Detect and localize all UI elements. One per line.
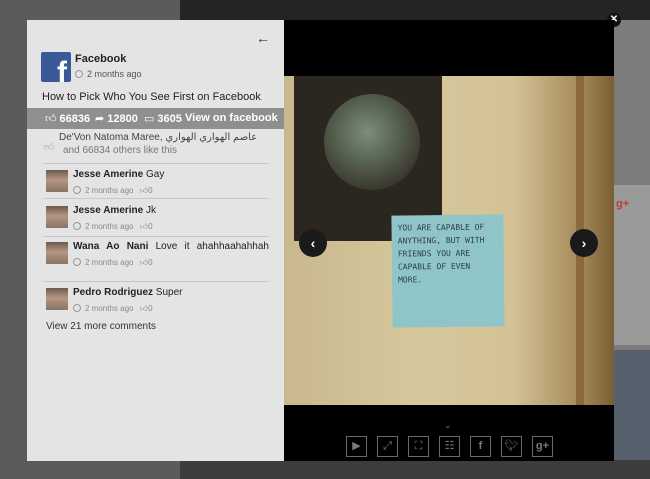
comment-author[interactable]: Jesse Amerine <box>73 205 143 216</box>
page-name[interactable]: Facebook <box>75 53 126 65</box>
comment-text: Love it ahahhaahahhah <box>155 241 269 252</box>
post-sidebar: ← f Facebook 2 months ago How to Pick Wh… <box>27 20 284 461</box>
back-arrow-icon[interactable]: ← <box>256 30 270 46</box>
chevron-right-icon: › <box>581 235 587 251</box>
shares-count: ➦ 12800 <box>95 113 138 125</box>
video-sphere <box>324 94 420 190</box>
comment-author[interactable]: Pedro Rodriguez <box>73 287 153 298</box>
backdrop-google-plus-icon: g+ <box>616 198 630 210</box>
likes-count: 👍︎ 66836 <box>45 113 91 125</box>
expand-icon: ⤢ <box>383 440 392 452</box>
clock-icon <box>73 258 81 266</box>
avatar[interactable] <box>46 170 68 192</box>
facebook-icon: f <box>478 440 483 452</box>
twitter-share-button[interactable]: 🐦︎ <box>501 436 522 457</box>
comment-author[interactable]: Wana Ao Nani <box>73 241 148 252</box>
clock-icon <box>73 304 81 312</box>
facebook-logo[interactable]: f <box>41 52 71 82</box>
comment-author[interactable]: Jesse Amerine <box>73 169 143 180</box>
sticky-note-text: YOU ARE CAPABLE OF ANYTHING, BUT WITH FR… <box>397 222 485 285</box>
likes-others[interactable]: and 66834 others like this <box>45 145 275 156</box>
clock-icon <box>73 186 81 194</box>
comment-text: Gay <box>146 169 165 180</box>
chevron-left-icon: ‹ <box>310 235 316 251</box>
chevron-down-icon[interactable]: ⌄ <box>444 420 452 431</box>
view-more-comments-link[interactable]: View 21 more comments <box>46 321 156 332</box>
fullscreen-icon: ⛶ <box>414 440 423 452</box>
post-time: 2 months ago <box>75 69 142 79</box>
view-on-facebook-link[interactable]: View on facebook <box>185 112 278 124</box>
thumbs-up-icon: 👍︎ <box>45 113 57 125</box>
comment-meta: 2 months ago 👍︎0 <box>73 220 269 233</box>
sticky-note: YOU ARE CAPABLE OF ANYTHING, BUT WITH FR… <box>391 214 505 328</box>
divider <box>43 198 269 199</box>
comment-meta: 2 months ago 👍︎0 <box>73 302 269 315</box>
facebook-share-button[interactable]: f <box>470 436 491 457</box>
backdrop-top <box>180 0 650 20</box>
share-arrow-icon: ➦ <box>95 113 105 125</box>
clock-icon <box>73 222 81 230</box>
likes-summary: 👍︎ De'Von Natoma Maree, عاصم الهواري اله… <box>44 132 275 156</box>
avatar[interactable] <box>46 288 68 310</box>
comments-count: ▭ 3605 <box>144 113 182 125</box>
divider <box>43 281 269 282</box>
next-button[interactable]: › <box>570 229 598 257</box>
fullscreen-button[interactable]: ⛶ <box>408 436 429 457</box>
avatar[interactable] <box>46 206 68 228</box>
comment-text: Super <box>155 287 183 298</box>
like-comment-icon[interactable]: 👍︎ <box>140 258 148 267</box>
video-player[interactable]: YOU ARE CAPABLE OF ANYTHING, BUT WITH FR… <box>284 20 614 461</box>
like-comment-icon[interactable]: 👍︎ <box>140 186 148 195</box>
comment-meta: 2 months ago 👍︎0 <box>73 184 269 197</box>
previous-button[interactable]: ‹ <box>299 229 327 257</box>
google-plus-icon: g+ <box>535 440 550 452</box>
post-title: How to Pick Who You See First on Faceboo… <box>42 91 261 103</box>
play-icon: ▶ <box>352 440 361 452</box>
thumbs-up-icon: 👍︎ <box>44 142 55 153</box>
divider <box>43 163 269 164</box>
video-frame[interactable]: YOU ARE CAPABLE OF ANYTHING, BUT WITH FR… <box>284 76 614 405</box>
stats-bar: 👍︎ 66836 ➦ 12800 ▭ 3605 View on facebook <box>27 108 284 129</box>
like-comment-icon[interactable]: 👍︎ <box>140 304 148 313</box>
likes-names[interactable]: De'Von Natoma Maree, عاصم الهواري الهوار… <box>45 132 275 143</box>
twitter-icon: 🐦︎ <box>504 440 519 452</box>
google-plus-share-button[interactable]: g+ <box>532 436 553 457</box>
backdrop-bottom <box>614 350 650 460</box>
comment-bubble-icon: ▭ <box>144 113 155 125</box>
like-comment-icon[interactable]: 👍︎ <box>140 222 148 231</box>
avatar[interactable] <box>46 242 68 264</box>
expand-button[interactable]: ⤢ <box>377 436 398 457</box>
clock-icon <box>75 70 83 78</box>
comment-meta: 2 months ago 👍︎0 <box>73 256 269 269</box>
divider <box>43 236 269 237</box>
comments-icon: ☷ <box>444 440 455 452</box>
comment-text: Jk <box>146 205 157 216</box>
comments-button[interactable]: ☷ <box>439 436 460 457</box>
play-button[interactable]: ▶ <box>346 436 367 457</box>
